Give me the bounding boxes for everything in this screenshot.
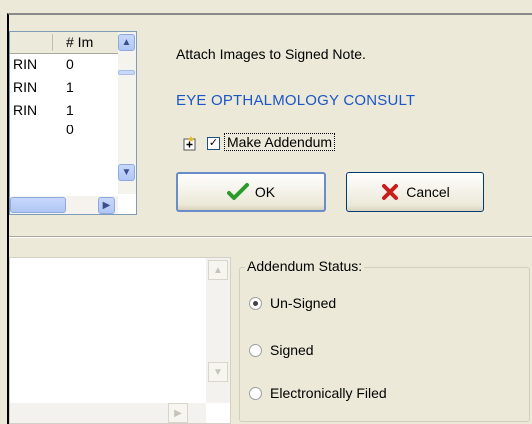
scroll-up-button[interactable]: ▲ [118, 34, 135, 51]
notes-list[interactable]: # Im RIN 0 RIN 1 RIN 1 0 ▲ ▼ ▶ [9, 31, 137, 215]
addendum-status-group: Addendum Status: Un-Signed Signed Electr… [233, 257, 532, 424]
radio-electronically-filed[interactable]: Electronically Filed [249, 385, 387, 401]
row-cell-name: RIN [13, 79, 38, 95]
radio-label: Electronically Filed [270, 385, 387, 401]
group-title: Addendum Status: [245, 258, 365, 274]
scroll-down-button[interactable]: ▼ [208, 362, 228, 382]
table-row[interactable]: RIN 0 [10, 56, 118, 78]
scroll-thumb[interactable] [118, 70, 135, 75]
horizontal-scroll-thumb[interactable] [10, 197, 66, 213]
cancel-button[interactable]: Cancel [346, 172, 484, 212]
row-cell-count: 0 [66, 125, 74, 137]
ok-button[interactable]: OK [176, 172, 326, 212]
radio-button[interactable] [249, 296, 262, 310]
text-horizontal-scrollbar[interactable]: ▶ [10, 403, 206, 423]
attach-images-label: Attach Images to Signed Note. [176, 46, 366, 62]
scroll-right-button[interactable]: ▶ [98, 197, 115, 214]
list-vertical-scrollbar[interactable]: ▲ ▼ [118, 32, 136, 194]
note-title: EYE OPTHALMOLOGY CONSULT [176, 92, 416, 109]
table-row[interactable]: RIN 1 [10, 79, 118, 101]
scroll-right-button[interactable]: ▶ [168, 403, 188, 423]
row-cell-name: RIN [13, 56, 38, 72]
row-cell-count: 1 [66, 102, 74, 118]
row-cell-name: RIN [13, 102, 38, 118]
add-image-icon[interactable] [182, 135, 198, 151]
note-text-area[interactable]: ▲ ▼ ▶ [9, 257, 231, 424]
list-horizontal-scrollbar[interactable]: ▶ [10, 196, 118, 214]
radio-label: Signed [270, 342, 314, 358]
section-divider [9, 236, 532, 238]
scroll-up-button[interactable]: ▲ [208, 260, 228, 280]
text-vertical-scrollbar[interactable]: ▲ ▼ [206, 258, 230, 403]
list-header: # Im [10, 32, 118, 54]
column-header-images[interactable]: # Im [66, 34, 93, 50]
radio-button[interactable] [249, 386, 262, 400]
checkmark-icon [226, 183, 249, 200]
make-addendum-checkbox[interactable]: ✓ [207, 137, 220, 150]
row-cell-count: 1 [66, 79, 74, 95]
make-addendum-label[interactable]: Make Addendum [224, 133, 336, 151]
radio-unsigned[interactable]: Un-Signed [249, 295, 336, 311]
table-row[interactable]: 0 [10, 125, 118, 137]
table-row[interactable]: RIN 1 [10, 102, 118, 124]
radio-button[interactable] [249, 343, 262, 357]
header-separator[interactable] [52, 34, 53, 51]
radio-signed[interactable]: Signed [249, 342, 314, 358]
ok-button-label: OK [254, 184, 276, 200]
radio-label: Un-Signed [270, 295, 337, 311]
row-cell-count: 0 [66, 56, 74, 72]
close-icon [382, 184, 399, 200]
scroll-down-button[interactable]: ▼ [118, 164, 135, 181]
cancel-button-label: Cancel [406, 184, 450, 200]
